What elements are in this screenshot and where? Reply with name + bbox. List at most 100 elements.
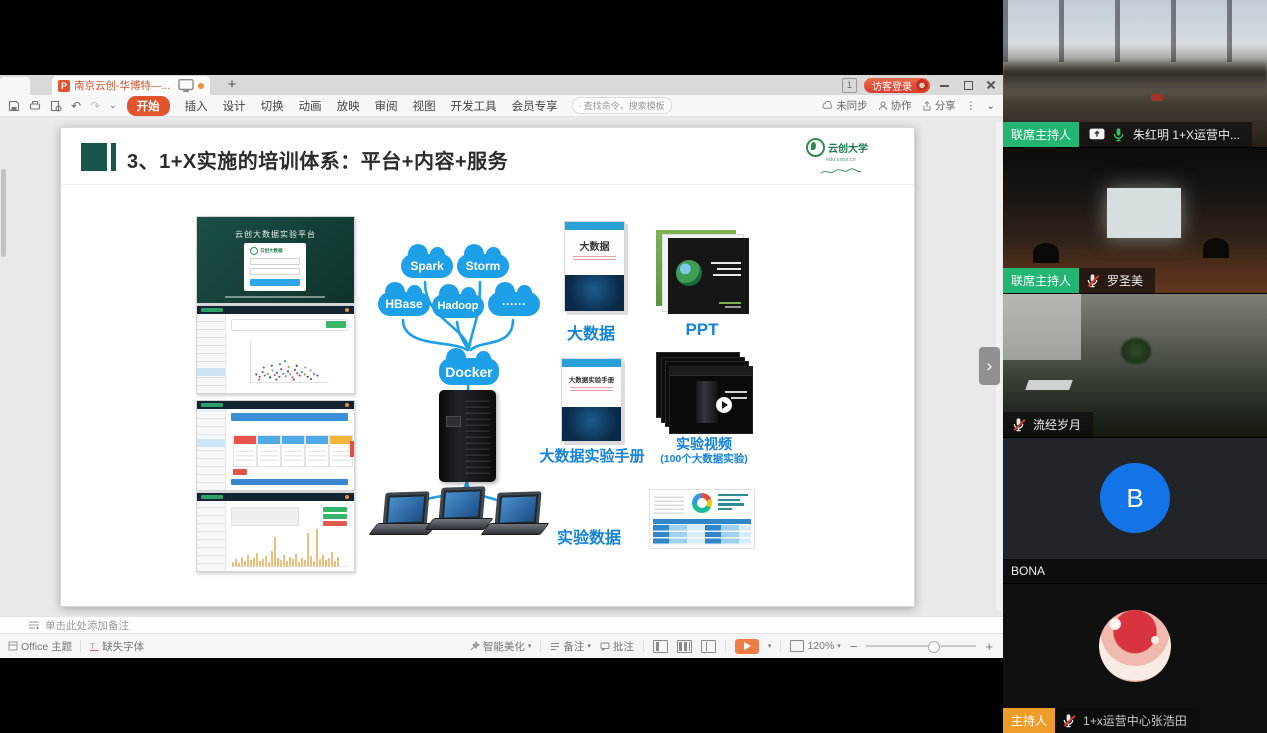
zoom-slider[interactable]: [866, 645, 976, 647]
cloud-hadoop: Hadoop: [432, 294, 484, 318]
left-scrollbar-thumb[interactable]: [1, 169, 6, 257]
tab-transitions[interactable]: 切换: [261, 98, 284, 114]
share-button[interactable]: 分享: [922, 98, 956, 113]
more-menu-icon[interactable]: ⋮: [966, 100, 977, 112]
tab-animations[interactable]: 动画: [299, 98, 322, 114]
window-count-chip[interactable]: 1: [842, 78, 857, 93]
document-area: 3、1+X实施的培训体系：平台+内容+服务 云创大学 edu.cstor.cn …: [0, 117, 1003, 616]
print-icon[interactable]: [29, 100, 41, 112]
mini-login-button: [250, 279, 300, 286]
video-tile-1[interactable]: 联席主持人 朱红明 1+X运营中...: [1003, 0, 1267, 147]
guest-login-label: 访客登录: [872, 78, 912, 93]
donut-chart-icon: [692, 493, 712, 513]
play-icon: [716, 397, 732, 413]
redo-button[interactable]: ↷: [90, 99, 100, 113]
experiment-video-stack: [656, 352, 751, 434]
zoom-slider-handle[interactable]: [928, 641, 940, 653]
tab-insert[interactable]: 插入: [185, 98, 208, 114]
tab-devtools[interactable]: 开发工具: [451, 98, 497, 114]
login-screenshot-title: 云创大数据实验平台: [197, 229, 354, 240]
smart-beautify-button[interactable]: 智能美化 ▾: [470, 639, 532, 654]
zoom-out-button[interactable]: −: [850, 639, 858, 654]
notes-button[interactable]: 备注 ▾: [550, 639, 591, 654]
video-tile-5[interactable]: 主持人 1+x运营中心张浩田: [1003, 584, 1267, 733]
sync-status-button[interactable]: 未同步: [822, 98, 868, 113]
platform-monitor-screenshot: [196, 492, 355, 572]
server-rack: [439, 390, 496, 482]
tab-home[interactable]: 开始: [127, 96, 170, 116]
mic-muted-icon: [1011, 417, 1027, 433]
save-icon[interactable]: [8, 100, 20, 112]
play-options-caret[interactable]: ▾: [768, 642, 772, 650]
theme-icon: [8, 641, 18, 651]
notes-placeholder-bar[interactable]: 单击此处添加备注: [0, 616, 1003, 633]
command-search-box[interactable]: 查找命令，搜索模板: [572, 97, 672, 114]
notes-lines-icon: [550, 642, 560, 651]
participant-name-bar: 流经岁月: [1003, 412, 1093, 437]
mic-muted-icon: [1061, 713, 1077, 729]
comments-button[interactable]: 批注: [600, 639, 634, 654]
workbench-tab-partial[interactable]: [0, 77, 30, 95]
video-frame: [1003, 58, 1267, 92]
quickbar-customize-icon[interactable]: ⌄: [109, 100, 117, 111]
monitor-icon: [178, 79, 194, 93]
slide-sorter-view-button[interactable]: [677, 640, 692, 653]
missing-font-indicator[interactable]: T 缺失字体: [89, 639, 144, 654]
collaborate-button[interactable]: 协作: [878, 98, 912, 113]
cloud-docker: Docker: [439, 358, 499, 385]
video-frame: [1025, 380, 1073, 390]
mini-logo-icon: [250, 247, 258, 255]
video-frame: [1033, 243, 1059, 263]
print-preview-icon[interactable]: [50, 100, 62, 112]
video-tile-3[interactable]: 流经岁月: [1003, 294, 1267, 437]
tab-design[interactable]: 设计: [223, 98, 246, 114]
logo-name: 云创大学: [828, 140, 868, 155]
new-tab-button[interactable]: +: [222, 75, 242, 95]
bar-chart-thumbnail: [230, 527, 348, 567]
notes-placeholder-text: 单击此处添加备注: [45, 618, 129, 633]
label-manual: 大数据实验手册: [527, 445, 657, 466]
svg-text:T: T: [90, 642, 95, 651]
wps-presentation-window: P 南京云创-华博特—...4 partner + 1 访客登录 ☻: [0, 75, 1003, 657]
mic-on-icon: [1111, 127, 1127, 143]
close-button[interactable]: [983, 77, 999, 93]
tab-view[interactable]: 视图: [413, 98, 436, 114]
participant-name-bar: 主持人 1+x运营中心张浩田: [1003, 708, 1199, 733]
slideshow-play-button[interactable]: [735, 639, 759, 654]
participant-name: 朱红明 1+X运营中...: [1133, 126, 1240, 143]
minimize-button[interactable]: [937, 77, 953, 93]
zoom-in-button[interactable]: +: [985, 639, 993, 654]
meeting-video-panel: 联席主持人 朱红明 1+X运营中... 联席主持人 罗: [1003, 0, 1267, 733]
guest-login-button[interactable]: 访客登录 ☻: [864, 78, 930, 93]
fit-slide-icon: [790, 640, 804, 652]
theme-indicator[interactable]: Office 主题: [8, 639, 72, 654]
document-tab[interactable]: P 南京云创-华博特—...4 partner: [52, 76, 210, 95]
logo-signature-icon: [820, 167, 862, 176]
slide-canvas: 3、1+X实施的培训体系：平台+内容+服务 云创大学 edu.cstor.cn …: [60, 127, 915, 607]
tab-review[interactable]: 审阅: [375, 98, 398, 114]
tab-slideshow[interactable]: 放映: [337, 98, 360, 114]
participant-name-bar: 联席主持人 罗圣美: [1003, 268, 1155, 293]
video-tile-4[interactable]: B BONA: [1003, 438, 1267, 583]
ribbon-collapse-icon[interactable]: ⌄: [986, 100, 995, 112]
search-hint-text: 查找命令，搜索模板: [584, 99, 665, 112]
book-bigdata: 大数据: [564, 221, 625, 312]
reading-view-button[interactable]: [701, 640, 716, 653]
tab-membership[interactable]: 会员专享: [512, 98, 558, 114]
undo-button[interactable]: ↶: [71, 99, 81, 113]
label-experiment-data: 实验数据: [557, 524, 621, 548]
slide-title: 3、1+X实施的培训体系：平台+内容+服务: [127, 145, 508, 174]
wps-presentation-icon: P: [58, 80, 70, 92]
video-frame: [1151, 94, 1163, 101]
person-icon: [878, 101, 888, 111]
magic-wand-icon: [470, 641, 480, 651]
panel-collapse-handle[interactable]: ›: [979, 347, 1000, 385]
restore-button[interactable]: [960, 77, 976, 93]
title-accent-bar: [111, 143, 116, 171]
participant-name: BONA: [1011, 564, 1045, 578]
data-table-icon: [653, 519, 751, 545]
normal-view-button[interactable]: [653, 640, 668, 653]
zoom-level[interactable]: 120% ▾: [790, 640, 840, 652]
avatar-initial: B: [1100, 463, 1170, 533]
video-tile-2[interactable]: 联席主持人 罗圣美: [1003, 148, 1267, 293]
